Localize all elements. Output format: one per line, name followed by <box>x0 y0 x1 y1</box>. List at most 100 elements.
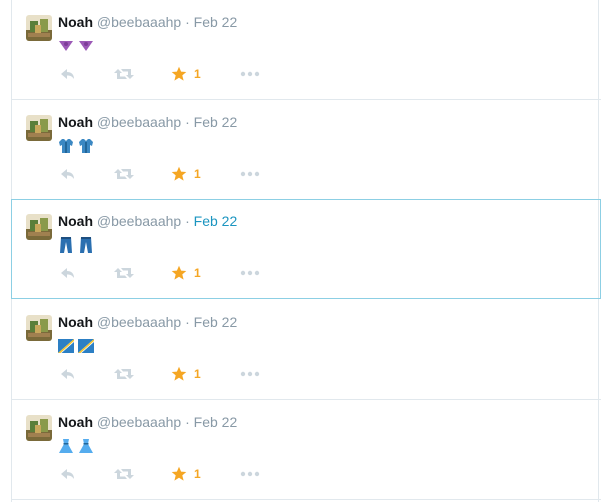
like-button[interactable]: 1 <box>171 165 201 183</box>
tweet-actions: 1 <box>58 264 358 282</box>
more-button[interactable] <box>240 65 260 83</box>
like-count: 1 <box>194 67 201 81</box>
timestamp[interactable]: Feb 22 <box>194 414 238 430</box>
tweet-header: Noah @beebaaahp · Feb 22 <box>58 313 237 331</box>
tweet-header: Noah @beebaaahp · Feb 22 <box>58 13 237 31</box>
user-handle[interactable]: @beebaaahp <box>97 114 181 130</box>
tweet-actions: 1 <box>58 165 358 183</box>
reply-button[interactable] <box>58 365 76 383</box>
tweet-actions: 1 <box>58 65 358 83</box>
tweet-header: Noah @beebaaahp · Feb 22 <box>58 413 237 431</box>
separator: · <box>185 14 190 30</box>
star-icon <box>171 66 187 81</box>
retweet-button[interactable] <box>113 465 135 483</box>
timestamp[interactable]: Feb 22 <box>194 213 238 229</box>
reply-icon <box>61 469 74 479</box>
shirt-emoji <box>59 139 73 153</box>
user-handle[interactable]: @beebaaahp <box>97 414 181 430</box>
avatar[interactable] <box>26 115 52 141</box>
reply-icon <box>61 268 74 278</box>
tweet-header: Noah @beebaaahp · Feb 22 <box>58 212 237 230</box>
user-name[interactable]: Noah <box>58 414 93 430</box>
more-button[interactable] <box>240 165 260 183</box>
timestamp[interactable]: Feb 22 <box>194 14 238 30</box>
star-icon <box>171 166 187 181</box>
retweet-icon <box>114 469 134 479</box>
reply-icon <box>61 369 74 379</box>
avatar[interactable] <box>26 15 52 41</box>
like-count: 1 <box>194 467 201 481</box>
flag-emoji <box>78 339 94 353</box>
retweet-button[interactable] <box>113 365 135 383</box>
avatar[interactable] <box>26 315 52 341</box>
star-icon <box>171 265 187 280</box>
tweet[interactable]: Noah @beebaaahp · Feb 22 1 <box>11 100 601 200</box>
jeans-emoji <box>60 237 72 253</box>
retweet-button[interactable] <box>113 65 135 83</box>
more-icon <box>240 471 260 477</box>
flag-emoji <box>58 339 74 353</box>
like-count: 1 <box>194 167 201 181</box>
dress-emoji <box>59 439 73 453</box>
reply-button[interactable] <box>58 165 76 183</box>
reply-button[interactable] <box>58 65 76 83</box>
avatar[interactable] <box>26 415 52 441</box>
user-handle[interactable]: @beebaaahp <box>97 213 181 229</box>
more-icon <box>240 371 260 377</box>
user-name[interactable]: Noah <box>58 314 93 330</box>
more-button[interactable] <box>240 264 260 282</box>
retweet-button[interactable] <box>113 264 135 282</box>
retweet-button[interactable] <box>113 165 135 183</box>
tweet-text <box>58 236 94 254</box>
user-name[interactable]: Noah <box>58 14 93 30</box>
separator: · <box>185 213 190 229</box>
tweet-actions: 1 <box>58 465 358 483</box>
avatar-icon <box>26 115 52 141</box>
tweet-text <box>58 137 94 155</box>
shirt-emoji <box>79 139 93 153</box>
timeline: Noah @beebaaahp · Feb 22 1 Noah @beebaaa… <box>11 0 601 502</box>
like-button[interactable]: 1 <box>171 65 201 83</box>
separator: · <box>185 414 190 430</box>
bikini-emoji <box>79 41 93 51</box>
more-icon <box>240 71 260 77</box>
avatar-icon <box>26 315 52 341</box>
like-button[interactable]: 1 <box>171 465 201 483</box>
tweet-header: Noah @beebaaahp · Feb 22 <box>58 113 237 131</box>
avatar-icon <box>26 415 52 441</box>
reply-button[interactable] <box>58 264 76 282</box>
timestamp[interactable]: Feb 22 <box>194 314 238 330</box>
user-handle[interactable]: @beebaaahp <box>97 314 181 330</box>
retweet-icon <box>114 169 134 179</box>
more-icon <box>240 171 260 177</box>
retweet-icon <box>114 69 134 79</box>
like-count: 1 <box>194 367 201 381</box>
tweet[interactable]: Noah @beebaaahp · Feb 22 1 <box>11 0 601 100</box>
timestamp[interactable]: Feb 22 <box>194 114 238 130</box>
like-count: 1 <box>194 266 201 280</box>
retweet-icon <box>114 268 134 278</box>
star-icon <box>171 466 187 481</box>
like-button[interactable]: 1 <box>171 365 201 383</box>
retweet-icon <box>114 369 134 379</box>
tweet[interactable]: Noah @beebaaahp · Feb 22 1 <box>11 300 601 400</box>
bikini-emoji <box>59 41 73 51</box>
avatar[interactable] <box>26 214 52 240</box>
reply-icon <box>61 69 74 79</box>
like-button[interactable]: 1 <box>171 264 201 282</box>
user-name[interactable]: Noah <box>58 114 93 130</box>
more-button[interactable] <box>240 365 260 383</box>
tweet[interactable]: Noah @beebaaahp · Feb 22 1 <box>11 199 601 299</box>
tweet-text <box>58 37 94 55</box>
more-icon <box>240 270 260 276</box>
avatar-icon <box>26 214 52 240</box>
user-handle[interactable]: @beebaaahp <box>97 14 181 30</box>
tweet[interactable]: Noah @beebaaahp · Feb 22 1 <box>11 400 601 500</box>
tweet-text <box>58 337 94 355</box>
dress-emoji <box>79 439 93 453</box>
more-button[interactable] <box>240 465 260 483</box>
user-name[interactable]: Noah <box>58 213 93 229</box>
reply-button[interactable] <box>58 465 76 483</box>
separator: · <box>185 314 190 330</box>
tweet-text <box>58 437 94 455</box>
